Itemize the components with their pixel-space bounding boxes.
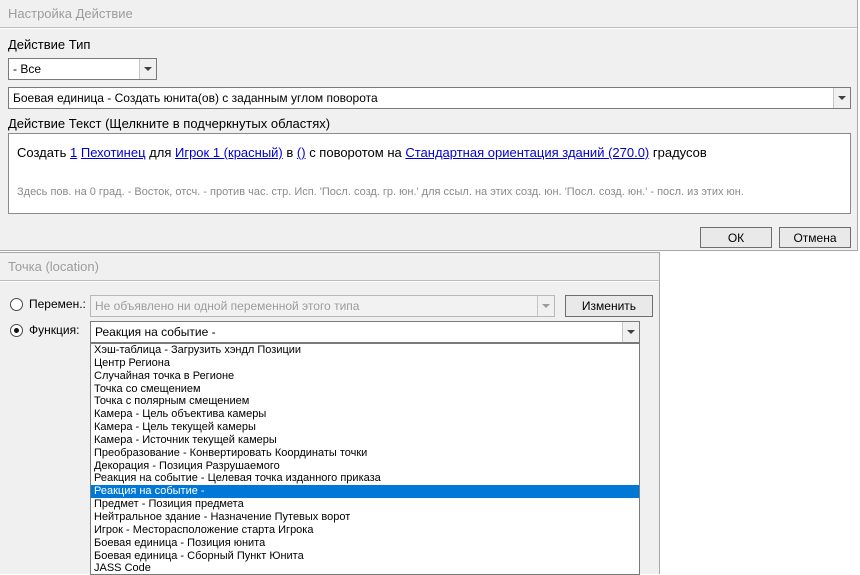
list-item[interactable]: Игрок - Месторасположение старта Игрока bbox=[91, 524, 639, 537]
title-separator bbox=[0, 280, 659, 282]
list-item[interactable]: Камера - Источник текущей камеры bbox=[91, 434, 639, 447]
chevron-down-icon bbox=[144, 67, 152, 71]
point-location-dialog: Точка (location) Перемен.: Не объявлено … bbox=[0, 252, 660, 575]
list-item[interactable]: Центр Региона bbox=[91, 357, 639, 370]
list-item[interactable]: Боевая единица - Сборный Пункт Юнита bbox=[91, 550, 639, 563]
action-select-combobox[interactable]: Боевая единица - Создать юнита(ов) с зад… bbox=[8, 87, 851, 109]
function-radio-label: Функция: bbox=[29, 323, 80, 337]
list-item[interactable]: Реакция на событие - bbox=[91, 485, 639, 499]
list-item[interactable]: JASS Code bbox=[91, 562, 639, 574]
action-param-link[interactable]: Игрок 1 (красный) bbox=[175, 145, 283, 160]
action-param-link[interactable]: () bbox=[297, 145, 306, 160]
ok-button[interactable]: ОК bbox=[700, 227, 772, 248]
action-filter-combobox[interactable]: - Все bbox=[8, 58, 157, 80]
function-combo-value: Реакция на событие - bbox=[95, 325, 216, 339]
action-text-segment: в bbox=[282, 145, 297, 160]
action-hint-text: Здесь пов. на 0 град. - Восток, отсч. - … bbox=[17, 186, 744, 198]
list-item[interactable]: Случайная точка в Регионе bbox=[91, 370, 639, 383]
action-settings-dialog: Настройка Действие Действие Тип - Все Бо… bbox=[0, 0, 858, 251]
list-item[interactable]: Хэш-таблица - Загрузить хэндл Позиции bbox=[91, 344, 639, 357]
action-text-segment: с поворотом на bbox=[305, 145, 406, 160]
action-text-panel: Создать 1 Пехотинец для Игрок 1 (красный… bbox=[8, 133, 851, 214]
dropdown-arrow-button[interactable] bbox=[622, 322, 639, 342]
action-filter-value: - Все bbox=[13, 62, 42, 76]
list-item[interactable]: Камера - Цель текущей камеры bbox=[91, 421, 639, 434]
chevron-down-icon bbox=[542, 304, 550, 308]
function-list[interactable]: Хэш-таблица - Загрузить хэндл Позиции Цен… bbox=[90, 343, 640, 575]
dropdown-arrow-button[interactable] bbox=[139, 59, 156, 79]
variable-combo-value: Не объявлено ни одной переменной этого т… bbox=[95, 299, 360, 313]
action-param-link[interactable]: Пехотинец bbox=[81, 145, 146, 160]
chevron-down-icon bbox=[838, 96, 846, 100]
list-item[interactable]: Боевая единица - Позиция юнита bbox=[91, 537, 639, 550]
list-item[interactable]: Предмет - Позиция предмета bbox=[91, 498, 639, 511]
dropdown-arrow-button bbox=[537, 296, 554, 316]
cancel-button[interactable]: Отмена bbox=[779, 227, 851, 248]
chevron-down-icon bbox=[627, 330, 635, 334]
action-param-link[interactable]: Стандартная ориентация зданий (270.0) bbox=[405, 145, 649, 160]
list-item[interactable]: Нейтральное здание - Назначение Путевых … bbox=[91, 511, 639, 524]
action-select-value: Боевая единица - Создать юнита(ов) с зад… bbox=[13, 91, 378, 105]
dropdown-arrow-button[interactable] bbox=[833, 88, 850, 108]
action-type-label: Действие Тип bbox=[8, 37, 91, 52]
action-text-label: Действие Текст (Щелкните в подчеркнутых … bbox=[8, 116, 331, 131]
function-combobox[interactable]: Реакция на событие - bbox=[90, 321, 640, 343]
action-text-segment: градусов bbox=[649, 145, 707, 160]
function-radio-button[interactable] bbox=[10, 323, 23, 337]
list-item[interactable]: Точка со смещением bbox=[91, 383, 639, 396]
list-item[interactable]: Преобразование - Конвертировать Координа… bbox=[91, 447, 639, 460]
variable-radio-label: Перемен.: bbox=[29, 297, 86, 311]
list-item[interactable]: Камера - Цель объектива камеры bbox=[91, 408, 639, 421]
variable-radio-button[interactable] bbox=[10, 297, 23, 311]
variable-radio-row[interactable]: Перемен.: bbox=[10, 297, 86, 311]
list-item[interactable]: Реакция на событие - Целевая точка издан… bbox=[91, 472, 639, 485]
point-dialog-title: Точка (location) bbox=[8, 259, 99, 274]
variable-combobox: Не объявлено ни одной переменной этого т… bbox=[90, 295, 555, 317]
list-item[interactable]: Точка с полярным смещением bbox=[91, 395, 639, 408]
list-item[interactable]: Декорация - Позиция Разрушаемого bbox=[91, 460, 639, 473]
action-dialog-title: Настройка Действие bbox=[8, 6, 133, 21]
edit-variables-button[interactable]: Изменить bbox=[565, 295, 653, 317]
title-separator bbox=[0, 27, 857, 29]
action-text-segment: для bbox=[145, 145, 175, 160]
action-text-segment: Создать bbox=[17, 145, 71, 160]
action-text: Создать 1 Пехотинец для Игрок 1 (красный… bbox=[17, 145, 707, 160]
function-radio-row[interactable]: Функция: bbox=[10, 323, 79, 337]
